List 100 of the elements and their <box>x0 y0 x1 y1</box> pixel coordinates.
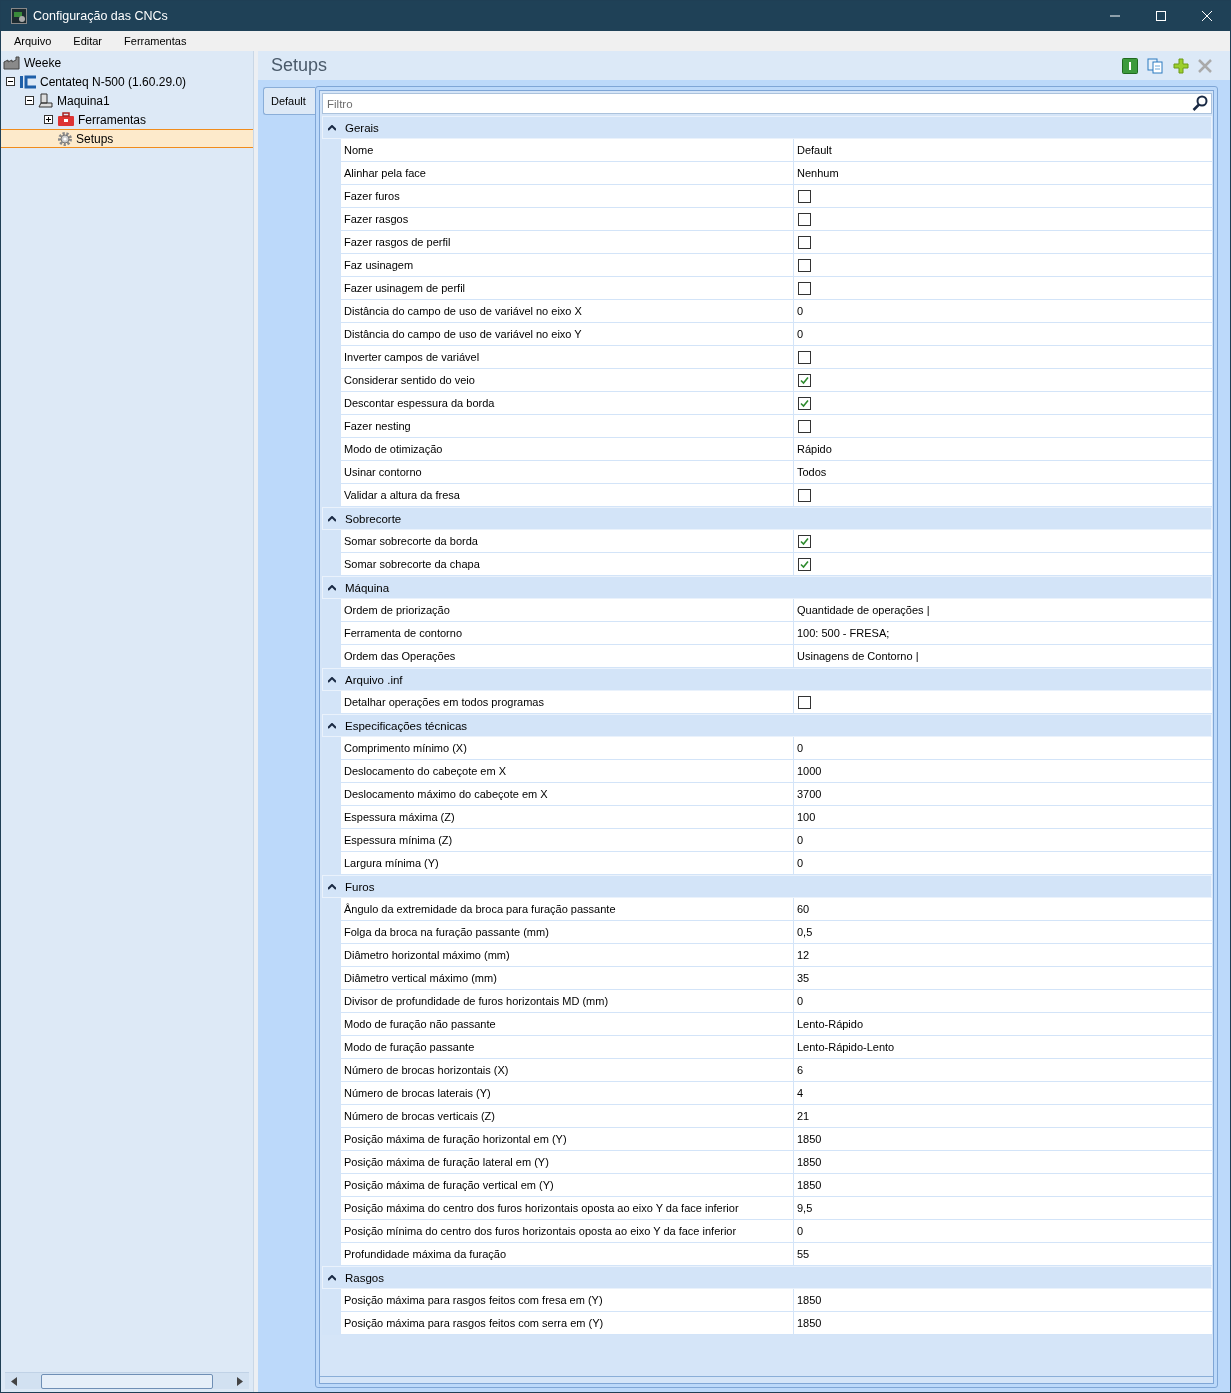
property-value[interactable]: 12 <box>797 949 810 961</box>
property-value[interactable]: 0 <box>797 328 804 340</box>
category-header[interactable]: Sobrecorte <box>322 507 1212 530</box>
copy-icon[interactable] <box>1147 57 1164 74</box>
collapse-icon[interactable] <box>6 77 15 86</box>
scroll-left-icon[interactable] <box>11 1376 17 1386</box>
tree-item[interactable]: Weeke <box>1 53 253 72</box>
property-value[interactable]: Default <box>797 144 832 156</box>
property-value[interactable]: 6 <box>797 1064 804 1076</box>
property-value[interactable]: 9,5 <box>797 1202 813 1214</box>
filter-field[interactable]: Filtro <box>322 93 1212 114</box>
category-title: Rasgos <box>345 1271 384 1284</box>
collapse-icon[interactable] <box>25 96 34 105</box>
property-value[interactable]: Rápido <box>797 443 832 455</box>
collapse-icon[interactable] <box>328 676 336 683</box>
property-name: Ferramenta de contorno <box>344 627 462 639</box>
property-value[interactable]: 0 <box>797 834 804 846</box>
property-value[interactable]: 3700 <box>797 788 822 800</box>
collapse-icon[interactable] <box>328 584 336 591</box>
scroll-right-icon[interactable] <box>237 1376 243 1386</box>
property-value[interactable]: Lento-Rápido <box>797 1018 864 1030</box>
property-name: Posição máxima para rasgos feitos com fresa em (Y) <box>344 1294 603 1306</box>
property-value[interactable]: 55 <box>797 1248 810 1260</box>
collapse-icon[interactable] <box>328 1274 336 1281</box>
property-name: Diâmetro vertical máximo (mm) <box>344 972 497 984</box>
tree-item[interactable]: Centateq N-500 (1.60.29.0) <box>1 72 253 91</box>
property-name: Inverter campos de variável <box>344 351 480 363</box>
property-value[interactable]: Todos <box>797 466 827 478</box>
property-name: Posição mínima do centro dos furos horizontais oposta ao eixo Y da face inferior <box>344 1225 737 1237</box>
property-value[interactable]: 0,5 <box>797 926 813 938</box>
property-name: Deslocamento máximo do cabeçote em X <box>344 788 548 800</box>
checkbox[interactable] <box>798 189 811 203</box>
tree-item[interactable]: Maquina1 <box>1 91 253 110</box>
checkbox[interactable] <box>798 350 811 364</box>
property-value[interactable]: 100 <box>797 811 816 823</box>
property-value[interactable]: 4 <box>797 1087 804 1099</box>
checkbox[interactable] <box>798 281 811 295</box>
property-name: Modo de furação não passante <box>344 1018 496 1030</box>
property-value[interactable]: 21 <box>797 1110 810 1122</box>
checkbox[interactable] <box>798 396 811 410</box>
property-value[interactable]: Lento-Rápido-Lento <box>797 1041 895 1053</box>
checkbox[interactable] <box>798 488 811 502</box>
property-name: Nome <box>344 144 374 156</box>
property-value[interactable]: 1850 <box>797 1156 822 1168</box>
category-header[interactable]: Máquina <box>322 576 1212 599</box>
tree-item[interactable]: Ferramentas <box>1 110 253 129</box>
category-header[interactable]: Especificações técnicas <box>322 714 1212 737</box>
checkbox[interactable] <box>798 373 811 387</box>
property-name: Fazer furos <box>344 190 400 202</box>
info-icon[interactable] <box>1122 57 1138 74</box>
collapse-icon[interactable] <box>328 124 336 131</box>
property-value[interactable]: 100: 500 - FRESA; <box>797 627 890 639</box>
category-header[interactable]: Rasgos <box>322 1266 1212 1289</box>
property-value[interactable]: 35 <box>797 972 810 984</box>
property-value[interactable]: 1850 <box>797 1179 822 1191</box>
menu-item[interactable]: Ferramentas <box>116 35 195 47</box>
tab[interactable]: Default <box>263 87 315 115</box>
property-value[interactable]: 1850 <box>797 1317 822 1329</box>
menu-item[interactable]: Editar <box>65 35 111 47</box>
checkbox[interactable] <box>798 534 811 548</box>
gear-icon <box>57 130 73 147</box>
property-value[interactable]: 0 <box>797 742 804 754</box>
search-icon[interactable] <box>1192 95 1208 111</box>
property-name: Posição máxima de furação horizontal em (Y) <box>344 1133 567 1145</box>
property-name: Profundidade máxima da furação <box>344 1248 507 1260</box>
collapse-icon[interactable] <box>328 722 336 729</box>
property-value[interactable]: 0 <box>797 995 804 1007</box>
horizontal-scrollbar[interactable] <box>5 1372 249 1389</box>
checkbox[interactable] <box>798 695 811 709</box>
checkbox[interactable] <box>798 258 811 272</box>
property-name: Fazer usinagem de perfil <box>344 282 466 294</box>
category-header[interactable]: Arquivo .inf <box>322 668 1212 691</box>
property-value[interactable]: 1000 <box>797 765 822 777</box>
maximize-icon[interactable] <box>1156 11 1166 21</box>
property-value[interactable]: 0 <box>797 1225 804 1237</box>
property-value[interactable]: 60 <box>797 903 810 915</box>
property-name: Ordem de priorização <box>344 604 450 616</box>
property-value[interactable]: 1850 <box>797 1294 822 1306</box>
property-name: Deslocamento do cabeçote em X <box>344 765 507 777</box>
property-value[interactable]: 0 <box>797 857 804 869</box>
property-value[interactable]: 1850 <box>797 1133 822 1145</box>
property-value[interactable]: 0 <box>797 305 804 317</box>
checkbox[interactable] <box>798 557 811 571</box>
expand-icon[interactable] <box>44 115 53 124</box>
menu-item[interactable]: Arquivo <box>6 35 60 47</box>
collapse-icon[interactable] <box>328 515 336 522</box>
checkbox[interactable] <box>798 235 811 249</box>
checkbox[interactable] <box>798 212 811 226</box>
property-name: Distância do campo de uso de variável no eixo Y <box>344 328 582 340</box>
property-value[interactable]: Nenhum <box>797 167 839 179</box>
collapse-icon[interactable] <box>328 883 336 890</box>
checkbox[interactable] <box>798 419 811 433</box>
property-value[interactable]: Usinagens de Contorno | <box>797 650 919 662</box>
category-header[interactable]: Gerais <box>322 116 1212 139</box>
tree-item[interactable]: Setups <box>1 129 253 148</box>
category-title: Gerais <box>345 121 379 134</box>
close-icon[interactable] <box>1202 11 1212 21</box>
category-header[interactable]: Furos <box>322 875 1212 898</box>
property-value[interactable]: Quantidade de operações | <box>797 604 930 616</box>
property-name: Distância do campo de uso de variável no eixo X <box>344 305 582 317</box>
